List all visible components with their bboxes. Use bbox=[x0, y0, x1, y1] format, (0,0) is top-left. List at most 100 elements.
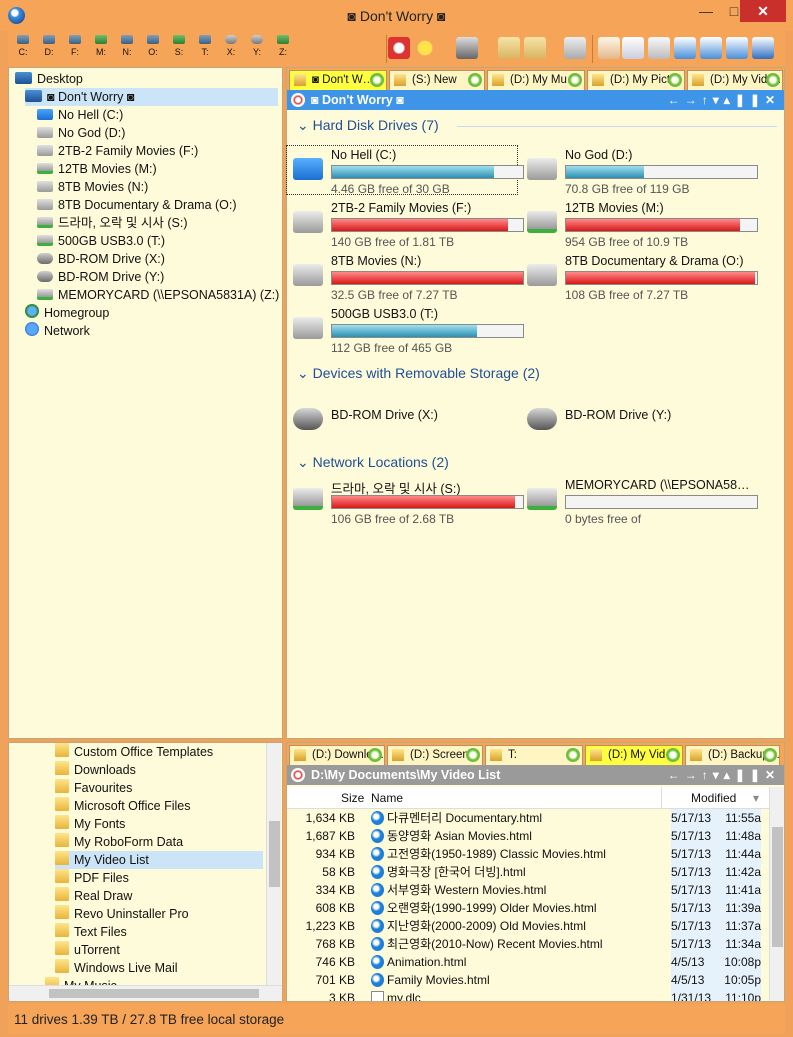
tree-drive-item[interactable]: BD-ROM Drive (Y:) bbox=[37, 268, 164, 286]
drive-tile[interactable]: BD-ROM Drive (X:) bbox=[287, 396, 517, 444]
delete-icon[interactable] bbox=[388, 37, 410, 59]
folder-tree-pane[interactable]: Desktop ◙ Don't Worry ◙ No Hell (C:) No G… bbox=[8, 67, 283, 739]
group-network[interactable]: ⌄ Network Locations (2) bbox=[297, 454, 449, 471]
tree-drive-item[interactable]: No Hell (C:) bbox=[37, 106, 123, 124]
drive-button-t[interactable]: T: bbox=[194, 35, 216, 57]
tab-item[interactable]: (S:) New bbox=[389, 70, 485, 90]
folder-item[interactable]: Text Files bbox=[55, 923, 127, 941]
favorites-star-icon[interactable] bbox=[414, 37, 436, 59]
drive-tile[interactable]: No Hell (C:) 4.46 GB free of 30 GB bbox=[286, 145, 524, 196]
folder-item[interactable]: PDF Files bbox=[55, 869, 129, 887]
drive-button-o[interactable]: O: bbox=[142, 35, 164, 57]
tree-drive-item[interactable]: 2TB-2 Family Movies (F:) bbox=[37, 142, 198, 160]
tree-drive-item[interactable]: 500GB USB3.0 (T:) bbox=[37, 232, 165, 250]
tree-drive-item[interactable]: 8TB Movies (N:) bbox=[37, 178, 148, 196]
file-row[interactable]: 1,687 KB 동양영화 Asian Movies.html 5/17/13 11:… bbox=[287, 827, 767, 845]
tab-item[interactable]: (D:) Downlo… bbox=[289, 745, 385, 765]
tree-drive-item[interactable]: 12TB Movies (M:) bbox=[37, 160, 157, 178]
tree-network[interactable]: Network bbox=[25, 322, 90, 340]
tree-desktop[interactable]: Desktop bbox=[15, 70, 83, 88]
drive-tile[interactable]: 8TB Documentary & Drama (O:) 108 GB free … bbox=[521, 252, 758, 302]
drive-tile[interactable]: BD-ROM Drive (Y:) bbox=[521, 396, 751, 444]
drive-button-d[interactable]: D: bbox=[38, 35, 60, 57]
tab-item[interactable]: (D:) My Vid… bbox=[585, 745, 683, 765]
folder-item[interactable]: My Video List bbox=[55, 851, 263, 869]
file-scrollbar[interactable] bbox=[769, 787, 784, 1001]
file-row[interactable]: 334 KB 서부영화 Western Movies.html 5/17/13 11:… bbox=[287, 881, 767, 899]
folder-hscrollbar[interactable] bbox=[9, 985, 282, 1001]
col-name[interactable]: Name bbox=[371, 787, 403, 809]
folder-item[interactable]: Windows Live Mail bbox=[55, 959, 178, 977]
drive-button-x[interactable]: X: bbox=[220, 35, 242, 57]
hscroll-thumb[interactable] bbox=[49, 989, 259, 998]
drive-button-y[interactable]: Y: bbox=[246, 35, 268, 57]
folder-list-pane[interactable]: Custom Office Templates Downloads Favourit… bbox=[8, 742, 283, 1002]
folder-item[interactable]: uTorrent bbox=[55, 941, 120, 959]
drive-tile[interactable]: 500GB USB3.0 (T:) 112 GB free of 465 GB bbox=[287, 305, 524, 355]
tree-drive-item[interactable]: No God (D:) bbox=[37, 124, 125, 142]
drive-button-n[interactable]: N: bbox=[116, 35, 138, 57]
folder-item[interactable]: Microsoft Office Files bbox=[55, 797, 190, 815]
drive-tile[interactable]: 드라마, 오락 및 시사 (S:) 106 GB free of 2.68 TB bbox=[287, 476, 524, 526]
view-details-icon[interactable] bbox=[622, 37, 644, 59]
scrollbar-thumb[interactable] bbox=[269, 821, 280, 887]
drive-button-m[interactable]: M: bbox=[90, 35, 112, 57]
scrollbar-thumb[interactable] bbox=[772, 827, 783, 947]
file-row[interactable]: 934 KB 고전영화(1950-1989) Classic Movies.htm… bbox=[287, 845, 767, 863]
folder-item[interactable]: Real Draw bbox=[55, 887, 132, 905]
drive-tile[interactable]: MEMORYCARD (\\EPSONA58… 0 bytes free of bbox=[521, 476, 758, 526]
drive-tile[interactable]: No God (D:) 70.8 GB free of 119 GB bbox=[521, 146, 758, 196]
tree-drive-item[interactable]: BD-ROM Drive (X:) bbox=[37, 250, 165, 268]
print-icon[interactable] bbox=[456, 37, 478, 59]
tab-item[interactable]: (D:) Backup… bbox=[685, 745, 780, 765]
folder-item[interactable]: Custom Office Templates bbox=[55, 743, 213, 761]
tab-item[interactable]: (D:) My Mu… bbox=[487, 70, 585, 90]
tab-item[interactable]: (D:) Screen… bbox=[387, 745, 483, 765]
pane-nav-icons[interactable]: ←→↑▾▴❚❚✕ bbox=[668, 765, 780, 785]
file-row[interactable]: 1,223 KB 지난영화(2000-2009) Old Movies.html 5… bbox=[287, 917, 767, 935]
file-row[interactable]: 1,634 KB 다큐멘터리 Documentary.html 5/17/13 11:… bbox=[287, 809, 767, 827]
sync-left-icon[interactable] bbox=[674, 37, 696, 59]
tree-homegroup[interactable]: Homegroup bbox=[25, 304, 109, 322]
folder-item[interactable]: Downloads bbox=[55, 761, 136, 779]
drive-button-f[interactable]: F: bbox=[64, 35, 86, 57]
new-folder-icon[interactable] bbox=[498, 37, 520, 59]
col-size[interactable]: Size bbox=[341, 787, 364, 809]
refresh-icon[interactable] bbox=[700, 37, 722, 59]
drives-pane[interactable]: ◙ Don't W… (S:) New (D:) My Mu… (D:) My Pic… bbox=[286, 67, 785, 739]
drive-tile[interactable]: 12TB Movies (M:) 954 GB free of 10.9 TB bbox=[521, 199, 758, 249]
pane-nav-icons[interactable]: ←→↑▾▴❚❚✕ bbox=[668, 90, 780, 110]
tab-item[interactable]: T: bbox=[485, 745, 583, 765]
file-list-pane[interactable]: (D:) Downlo… (D:) Screen… T: (D:) My Vid… (D… bbox=[286, 742, 785, 1002]
tree-drive-item[interactable]: 8TB Documentary & Drama (O:) bbox=[37, 196, 237, 214]
group-hdd[interactable]: ⌄ Hard Disk Drives (7) bbox=[297, 117, 777, 134]
tree-drive-item[interactable]: 드라마, 오락 및 시사 (S:) bbox=[37, 214, 188, 232]
sort-arrow-icon[interactable]: ▾ bbox=[753, 787, 759, 809]
drive-button-s[interactable]: S: bbox=[168, 35, 190, 57]
drive-button-z[interactable]: Z: bbox=[272, 35, 294, 57]
view-panes-icon[interactable] bbox=[648, 37, 670, 59]
file-row[interactable]: 3 KB my.dlc 1/31/13 11:10p bbox=[287, 989, 767, 1001]
drive-tile[interactable]: 8TB Movies (N:) 32.5 GB free of 7.27 TB bbox=[287, 252, 524, 302]
folder-item[interactable]: My Fonts bbox=[55, 815, 125, 833]
close-button[interactable]: ✕ bbox=[740, 0, 786, 22]
copy-to-icon[interactable] bbox=[524, 37, 546, 59]
folder-item[interactable]: My RoboForm Data bbox=[55, 833, 183, 851]
folder-scrollbar[interactable] bbox=[266, 743, 281, 985]
folder-item[interactable]: Favourites bbox=[55, 779, 132, 797]
group-removable[interactable]: ⌄ Devices with Removable Storage (2) bbox=[297, 365, 540, 382]
tree-dont-worry[interactable]: ◙ Don't Worry ◙ bbox=[25, 88, 278, 106]
folder-item[interactable]: Revo Uninstaller Pro bbox=[55, 905, 189, 923]
tree-drive-item[interactable]: MEMORYCARD (\\EPSONA5831A) (Z:) bbox=[37, 286, 279, 304]
swap-panes-icon[interactable] bbox=[726, 37, 748, 59]
col-modified[interactable]: Modified bbox=[691, 787, 736, 809]
drive-tile[interactable]: 2TB-2 Family Movies (F:) 140 GB free of 1… bbox=[287, 199, 524, 249]
file-row[interactable]: 608 KB 오랜영화(1990-1999) Older Movies.html 5… bbox=[287, 899, 767, 917]
file-row[interactable]: 746 KB Animation.html 4/5/13 10:08p bbox=[287, 953, 767, 971]
layout-icon[interactable] bbox=[752, 37, 774, 59]
tab-item[interactable]: (D:) My Pict… bbox=[587, 70, 685, 90]
minimize-button[interactable]: — bbox=[692, 0, 720, 22]
tab-item[interactable]: (D:) My Vide… bbox=[687, 70, 783, 90]
properties-icon[interactable] bbox=[564, 37, 586, 59]
view-thumbnails-icon[interactable] bbox=[598, 37, 620, 59]
